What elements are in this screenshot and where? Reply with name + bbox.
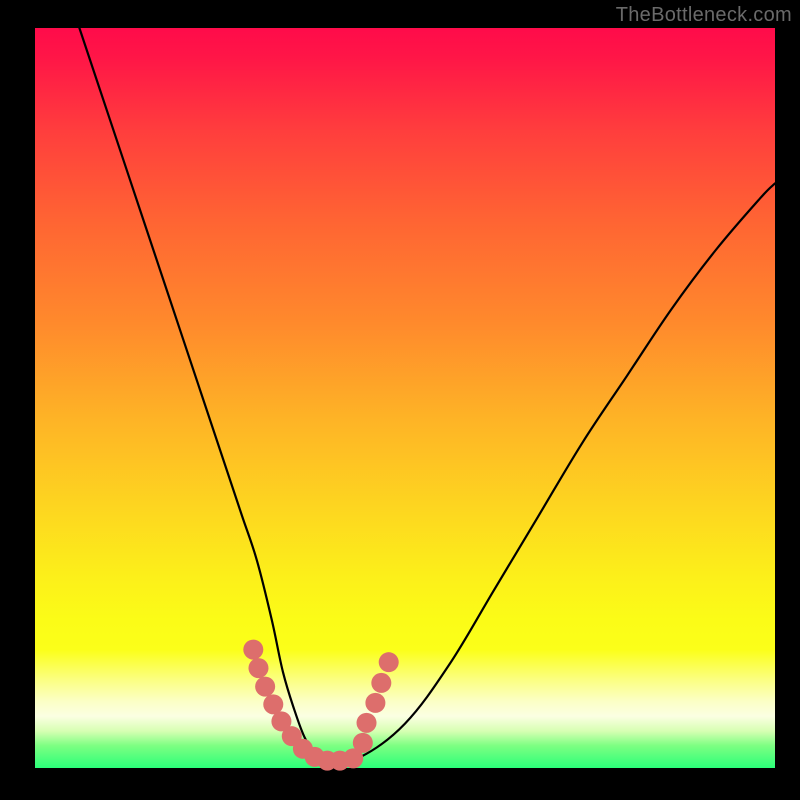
- curve-marker: [248, 658, 268, 678]
- plot-area: [35, 28, 775, 768]
- bottleneck-curve: [79, 28, 775, 762]
- curve-marker: [365, 693, 385, 713]
- curve-marker: [353, 733, 373, 753]
- curve-marker: [379, 652, 399, 672]
- curve-marker: [371, 673, 391, 693]
- chart-svg: [35, 28, 775, 768]
- curve-marker: [255, 677, 275, 697]
- watermark-text: TheBottleneck.com: [616, 4, 792, 27]
- curve-marker: [243, 640, 263, 660]
- curve-marker: [357, 713, 377, 733]
- curve-marker: [263, 694, 283, 714]
- chart-stage: TheBottleneck.com: [0, 0, 800, 800]
- marker-group: [243, 640, 398, 771]
